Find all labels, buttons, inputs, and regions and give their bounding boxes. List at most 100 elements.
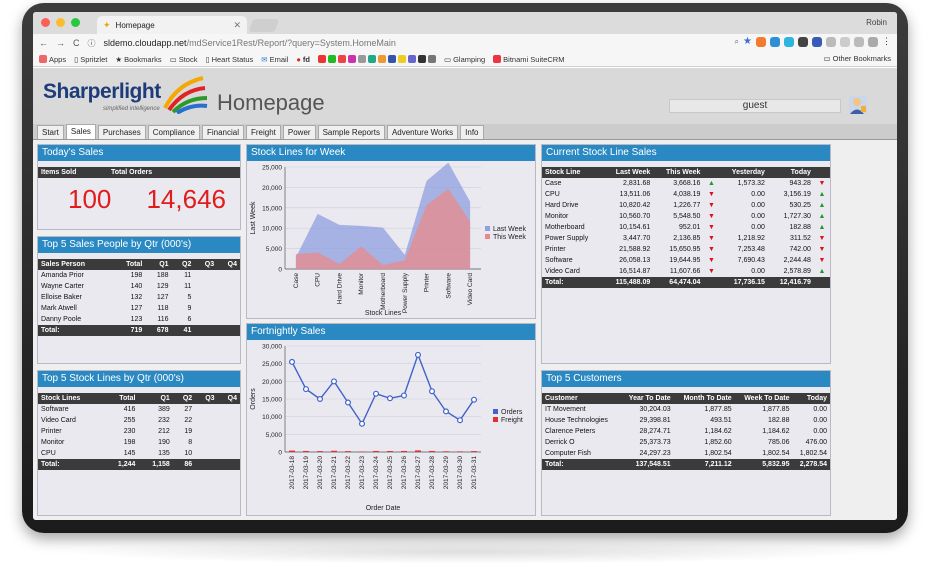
table-cell: 3,156.19: [783, 191, 811, 198]
customers-table: Customer Year To Date Month To Date Week To…: [542, 393, 830, 470]
table-cell: [218, 404, 240, 415]
bookmark-heart-status[interactable]: ▯ Heart Status: [205, 55, 253, 64]
forward-icon[interactable]: →: [56, 38, 65, 48]
user-name-box[interactable]: guest: [669, 99, 841, 113]
x-tick-label: Case: [293, 273, 300, 289]
bookmark-fd[interactable]: ● fd: [296, 55, 310, 64]
y-tick-label: 10,000: [262, 414, 282, 421]
bookmark-icon: [367, 55, 376, 63]
extension-icon[interactable]: [770, 36, 780, 47]
url-host: sldemo.cloudapp.net: [103, 38, 187, 48]
table-cell: [217, 314, 240, 325]
logo[interactable]: Sharperlight: [43, 80, 161, 104]
tab-start[interactable]: Start: [37, 125, 64, 139]
bookmark-glamping[interactable]: ▭ Glamping: [444, 55, 485, 64]
table-cell: 21,588.92: [619, 246, 651, 253]
column-header[interactable]: This Week: [653, 167, 704, 178]
column-header[interactable]: Q2: [171, 259, 195, 270]
user-avatar-icon[interactable]: [849, 96, 867, 114]
tab-compliance[interactable]: Compliance: [147, 125, 200, 139]
column-header[interactable]: Q4: [217, 393, 240, 404]
bookmark-bookmarks[interactable]: ★ Bookmarks: [115, 55, 161, 64]
x-tick-label: Power Supply: [402, 272, 409, 313]
table-cell: 135: [158, 450, 170, 457]
column-header[interactable]: Total: [112, 259, 146, 270]
column-header[interactable]: [813, 167, 830, 178]
back-icon[interactable]: ←: [39, 38, 48, 48]
bookmark-spritzlet[interactable]: ▯ Spritzlet: [74, 55, 107, 64]
column-header[interactable]: Yesterday: [719, 167, 768, 178]
column-header[interactable]: Q1: [138, 393, 173, 404]
extension-icon[interactable]: [784, 36, 794, 47]
maximize-window-button[interactable]: [71, 18, 80, 27]
profile-name[interactable]: Robin: [866, 18, 887, 27]
close-window-button[interactable]: [41, 18, 50, 27]
menu-icon[interactable]: ⋮: [882, 36, 891, 47]
column-header[interactable]: Sales Person: [38, 259, 113, 270]
table-row: Wayne Carter 140 129 11: [38, 281, 240, 292]
column-header[interactable]: Today: [792, 393, 830, 404]
column-header[interactable]: Stock Line: [542, 167, 603, 178]
table-cell: 9: [187, 305, 192, 312]
column-header[interactable]: Stock Lines: [38, 393, 105, 404]
tab-sample-reports[interactable]: Sample Reports: [317, 125, 385, 139]
column-header[interactable]: Q3: [194, 259, 218, 270]
bookmark-email[interactable]: ✉ Email: [261, 55, 288, 64]
column-header[interactable]: Week To Date: [734, 393, 793, 404]
extension-icon[interactable]: [756, 36, 766, 47]
table-cell: [218, 437, 240, 448]
panel-title: Fortnightly Sales: [247, 324, 535, 340]
extension-icon[interactable]: [868, 36, 878, 47]
todays-sales-panel: Today's Sales Items Sold Total Orders 100…: [37, 144, 241, 230]
column-header[interactable]: Today: [767, 167, 814, 178]
bookmark-apps[interactable]: Apps: [39, 55, 66, 64]
table-header-row: Stock Lines Total Q1 Q2 Q3 Q4: [38, 393, 240, 404]
bookmark-bitnami[interactable]: Bitnami SuiteCRM: [493, 55, 564, 64]
table-cell: Total:: [38, 325, 113, 336]
tab-close-icon[interactable]: ✕: [233, 20, 241, 31]
tab-adventure-works[interactable]: Adventure Works: [386, 125, 459, 139]
column-header[interactable]: Year To Date: [619, 393, 674, 404]
extension-icon[interactable]: [840, 36, 850, 47]
table-cell: [195, 448, 217, 459]
reload-icon[interactable]: C: [73, 38, 80, 48]
x-tick-label: 2017-03-31: [471, 456, 478, 490]
column-header[interactable]: Last Week: [602, 167, 654, 178]
table-cell: [217, 292, 240, 303]
other-bookmarks[interactable]: ▭ Other Bookmarks: [823, 54, 891, 63]
url-input[interactable]: sldemo.cloudapp.net/mdService1Rest/Repor…: [104, 38, 396, 48]
bookmark-stock[interactable]: ▭ Stock: [170, 55, 198, 64]
y-tick-label: 0: [278, 267, 282, 274]
y-tick-label: 15,000: [262, 205, 282, 212]
extension-icon[interactable]: [854, 36, 864, 47]
tab-power[interactable]: Power: [282, 125, 316, 139]
extension-icon[interactable]: [798, 36, 808, 47]
table-cell: 182.88: [789, 224, 811, 231]
minimize-window-button[interactable]: [56, 18, 65, 27]
star-icon[interactable]: ★: [743, 36, 752, 47]
extension-icon[interactable]: [826, 36, 836, 47]
info-icon[interactable]: ⓘ: [88, 38, 96, 49]
column-header[interactable]: Month To Date: [673, 393, 735, 404]
column-header[interactable]: Total: [104, 393, 139, 404]
tab-info[interactable]: Info: [460, 125, 484, 139]
tab-financial[interactable]: Financial: [201, 125, 244, 139]
x-axis-label: Stock Lines: [365, 310, 402, 317]
tab-purchases[interactable]: Purchases: [97, 125, 146, 139]
column-header[interactable]: [703, 167, 720, 178]
column-header[interactable]: Q3: [195, 393, 218, 404]
column-header[interactable]: Q4: [217, 259, 240, 270]
zoom-icon[interactable]: ⌕: [735, 37, 739, 47]
column-header[interactable]: Q1: [145, 259, 172, 270]
new-tab-button[interactable]: [248, 19, 280, 32]
tab-freight[interactable]: Freight: [245, 125, 281, 139]
column-header[interactable]: Customer: [542, 393, 620, 404]
browser-tab[interactable]: ✦ Homepage ✕: [97, 16, 247, 34]
column-header[interactable]: Q2: [172, 393, 196, 404]
extension-icon[interactable]: [812, 36, 822, 47]
table-row: Monitor 10,560.70 5,548.50 ▼ 0.00 1,727.30 ▲: [542, 211, 830, 222]
tab-sales[interactable]: Sales: [65, 124, 96, 139]
bookmark-icons[interactable]: [317, 55, 436, 63]
todays-sales-header: Items Sold Total Orders: [38, 167, 240, 178]
table-row: Mark Atwell 127 118 9: [38, 303, 240, 314]
